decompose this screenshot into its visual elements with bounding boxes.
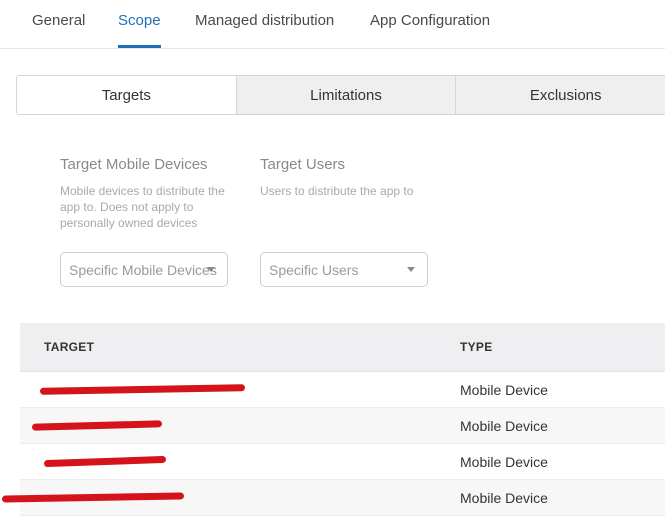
table-header: TARGET TYPE [20, 323, 665, 372]
redacted-target-name [43, 455, 167, 468]
redacted-target-name [31, 420, 163, 431]
target-type: Mobile Device [460, 382, 548, 398]
segment-exclusions[interactable]: Exclusions [455, 76, 665, 114]
target-users-select-value: Specific Users [269, 261, 359, 278]
scope-segmented-control: Targets Limitations Exclusions [16, 75, 665, 115]
target-users-title: Target Users [260, 156, 346, 173]
top-tabs: General Scope Managed distribution App C… [0, 0, 665, 49]
target-type: Mobile Device [460, 490, 548, 506]
target-mobile-devices-select-value: Specific Mobile Devices [69, 261, 217, 278]
tab-app-configuration[interactable]: App Configuration [370, 12, 490, 29]
tab-scope[interactable]: Scope [118, 12, 161, 29]
tab-general[interactable]: General [32, 12, 85, 29]
table-row[interactable]: Mobile Device [20, 444, 665, 480]
table-row[interactable]: Mobile Device [20, 408, 665, 444]
active-tab-indicator [118, 45, 161, 48]
chevron-down-icon [207, 267, 215, 272]
target-users-select[interactable]: Specific Users [260, 252, 428, 287]
tab-managed-distribution[interactable]: Managed distribution [195, 12, 334, 29]
segment-limitations[interactable]: Limitations [235, 76, 456, 114]
redacted-target-name [1, 492, 185, 503]
table-row[interactable]: Mobile Device [1, 480, 665, 516]
table-row[interactable]: Mobile Device [20, 372, 665, 408]
target-type: Mobile Device [460, 418, 548, 434]
target-type: Mobile Device [460, 454, 548, 470]
chevron-down-icon [407, 267, 415, 272]
target-mobile-devices-select[interactable]: Specific Mobile Devices [60, 252, 228, 287]
redacted-target-name [39, 384, 246, 395]
target-users-description: Users to distribute the app to [260, 184, 414, 198]
targets-table: TARGET TYPE Mobile Device Mobile Device … [1, 323, 665, 516]
target-mobile-devices-title: Target Mobile Devices [60, 156, 208, 173]
target-mobile-devices-description: Mobile devices to distribute the app to.… [60, 184, 225, 230]
target-mobile-devices-field: Target Mobile Devices Mobile devices to … [60, 156, 235, 231]
target-users-field: Target Users Users to distribute the app… [260, 156, 430, 199]
column-header-target[interactable]: TARGET [44, 340, 94, 354]
column-header-type[interactable]: TYPE [460, 340, 493, 354]
segment-targets[interactable]: Targets [17, 76, 236, 114]
